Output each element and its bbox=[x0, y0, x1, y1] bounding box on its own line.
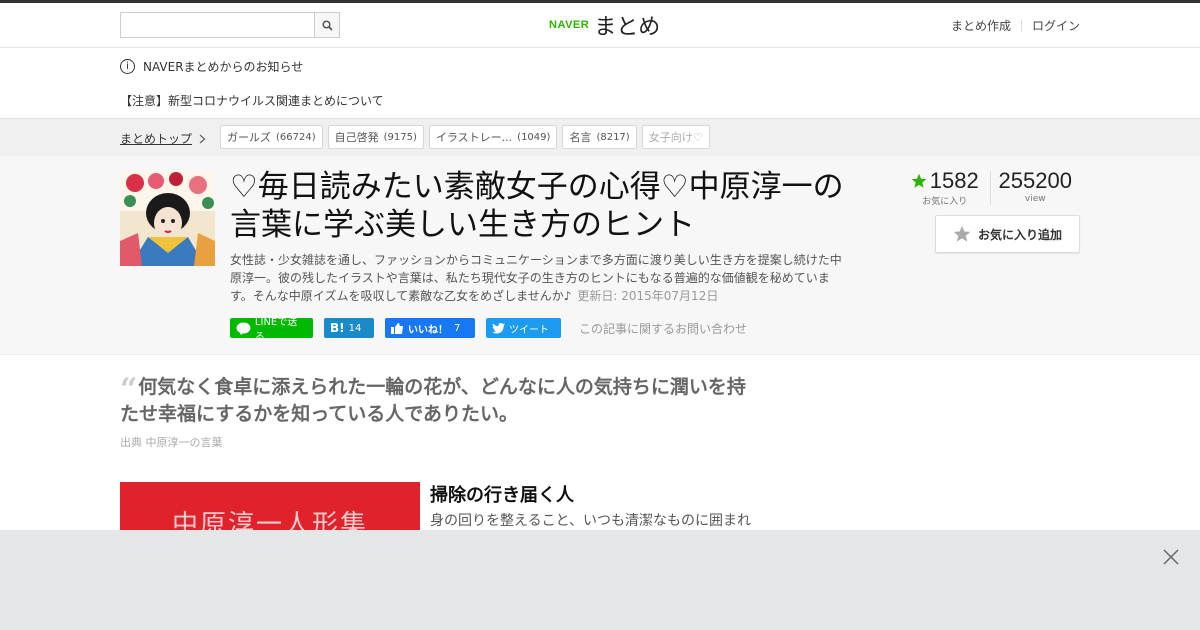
tag-self-development[interactable]: 自己啓発 (9175) bbox=[327, 125, 424, 149]
quote-body: 何気なく食卓に添えられた一輪の花が、どんなに人の気持ちに潤いを持たせ幸福にするか… bbox=[120, 376, 746, 425]
updated-date: 更新日: 2015年07月12日 bbox=[577, 289, 719, 303]
add-favorite-label: お気に入り追加 bbox=[977, 227, 1062, 242]
quote-mark-icon: “ bbox=[120, 372, 138, 407]
tweet-label: ツイート bbox=[509, 324, 549, 336]
category-tags: ガールズ (66724) 自己啓発 (9175) イラストレー... (1049… bbox=[220, 125, 715, 149]
chevron-right-icon bbox=[199, 134, 206, 143]
add-favorite-button[interactable]: お気に入り追加 bbox=[935, 215, 1080, 253]
views-count: 255200 bbox=[998, 168, 1072, 193]
search-form bbox=[120, 12, 340, 38]
article-thumbnail[interactable] bbox=[120, 171, 215, 266]
tag-illustrator[interactable]: イラストレー... (1049) bbox=[428, 125, 558, 149]
facebook-like-count: 7 bbox=[454, 322, 461, 334]
tag-count: (9175) bbox=[383, 131, 417, 143]
search-icon bbox=[321, 19, 333, 31]
line-logo-icon bbox=[236, 322, 251, 335]
quote-source: 出典 中原淳一の言葉 bbox=[120, 436, 223, 449]
ad-banner bbox=[0, 530, 1200, 630]
quote-block: “何気なく食卓に添えられた一輪の花が、どんなに人の気持ちに潤いを持たせ幸福にする… bbox=[120, 374, 760, 450]
header-links: まとめ作成 ログイン bbox=[951, 17, 1080, 34]
tweet-button[interactable]: ツイート bbox=[486, 318, 561, 338]
close-icon[interactable] bbox=[1162, 548, 1180, 566]
breadcrumb: まとめトップ ガールズ (66724) 自己啓発 (9175) イラストレー..… bbox=[0, 118, 1200, 157]
book-cover-title: 中原淳一人形集 bbox=[172, 510, 369, 530]
create-matome-link[interactable]: まとめ作成 bbox=[951, 17, 1011, 34]
hatena-bookmark-icon: B! bbox=[330, 321, 345, 335]
notice-title: NAVERまとめからのお知らせ bbox=[143, 60, 304, 74]
views-stat: 255200 view bbox=[991, 168, 1081, 207]
tag-label: 女子向け♡ bbox=[648, 131, 703, 144]
star-icon bbox=[911, 173, 927, 188]
item-image[interactable]: 中原淳一人形集 bbox=[120, 482, 420, 530]
tag-count: (8217) bbox=[596, 131, 630, 143]
article-description: 女性誌・少女雑誌を通し、ファッションからコミュニケーションまで多方面に渡り美しい… bbox=[230, 251, 845, 305]
facebook-like-button[interactable]: いいね！ 7 bbox=[385, 318, 475, 338]
line-share-label: LINEで送る bbox=[254, 317, 298, 343]
item-body-text: 身の回りを整えること、いつも清潔なものに囲まれ bbox=[430, 513, 752, 529]
tag-for-girls[interactable]: 女子向け♡ bbox=[641, 125, 710, 149]
header-link-divider bbox=[1020, 19, 1022, 32]
tag-label: 名言 bbox=[569, 131, 592, 144]
favorites-stat: 1582 お気に入り bbox=[900, 168, 990, 207]
tag-count: (1049) bbox=[517, 131, 551, 143]
tag-girls[interactable]: ガールズ (66724) bbox=[220, 125, 323, 149]
login-link[interactable]: ログイン bbox=[1032, 17, 1080, 34]
search-button[interactable] bbox=[314, 12, 340, 38]
item-heading: 掃除の行き届く人 bbox=[430, 485, 574, 506]
notice-area: i NAVERまとめからのお知らせ 【注意】新型コロナウイルス関連まとめについて bbox=[0, 48, 1200, 118]
twitter-bird-icon bbox=[492, 322, 505, 333]
facebook-like-label: いいね！ bbox=[408, 324, 448, 336]
naver-matome-logo[interactable]: NAVER まとめ bbox=[549, 10, 660, 40]
article-stats: 1582 お気に入り 255200 view bbox=[900, 168, 1080, 207]
logo-matome-text: まとめ bbox=[594, 15, 661, 40]
thumbs-up-icon bbox=[391, 322, 403, 334]
tag-label: イラストレー... bbox=[435, 131, 513, 144]
quote-text: “何気なく食卓に添えられた一輪の花が、どんなに人の気持ちに潤いを持たせ幸福にする… bbox=[120, 374, 760, 428]
line-share-button[interactable]: LINEで送る bbox=[230, 317, 313, 343]
notice-heading: i NAVERまとめからのお知らせ bbox=[120, 58, 303, 75]
breadcrumb-top-link[interactable]: まとめトップ bbox=[120, 130, 206, 147]
search-input[interactable] bbox=[120, 12, 315, 38]
contact-link[interactable]: この記事に関するお問い合わせ bbox=[579, 320, 747, 337]
description-text: 女性誌・少女雑誌を通し、ファッションからコミュニケーションまで多方面に渡り美しい… bbox=[230, 253, 842, 303]
tag-quotes[interactable]: 名言 (8217) bbox=[562, 125, 637, 149]
logo-naver-text: NAVER bbox=[549, 19, 590, 31]
article-title: ♡毎日読みたい素敵女子の心得♡中原淳一の言葉に学ぶ美しい生き方のヒント bbox=[230, 169, 844, 243]
thumbnail-illustration bbox=[120, 171, 215, 266]
hatena-bookmark-button[interactable]: B! 14 bbox=[324, 318, 374, 338]
tag-count: (66724) bbox=[276, 131, 316, 143]
tag-label: 自己啓発 bbox=[334, 131, 379, 144]
notice-item-link[interactable]: 【注意】新型コロナウイルス関連まとめについて bbox=[120, 92, 384, 109]
views-label: view bbox=[1024, 194, 1046, 204]
favorites-count: 1582 bbox=[929, 168, 979, 193]
info-icon: i bbox=[120, 59, 135, 74]
article-header: ♡毎日読みたい素敵女子の心得♡中原淳一の言葉に学ぶ美しい生き方のヒント 女性誌・… bbox=[0, 156, 1200, 355]
site-header: NAVER まとめ まとめ作成 ログイン bbox=[0, 3, 1200, 48]
hatena-count: 14 bbox=[348, 322, 362, 334]
star-outline-icon bbox=[953, 225, 971, 242]
breadcrumb-top-label: まとめトップ bbox=[120, 132, 193, 146]
favorites-label: お気に入り bbox=[922, 197, 968, 207]
favorites-count-row: 1582 bbox=[900, 168, 990, 194]
tag-label: ガールズ bbox=[227, 131, 271, 144]
share-bar: LINEで送る B! 14 いいね！ 7 ツイート この記事に関するお問い合わせ bbox=[230, 317, 747, 343]
